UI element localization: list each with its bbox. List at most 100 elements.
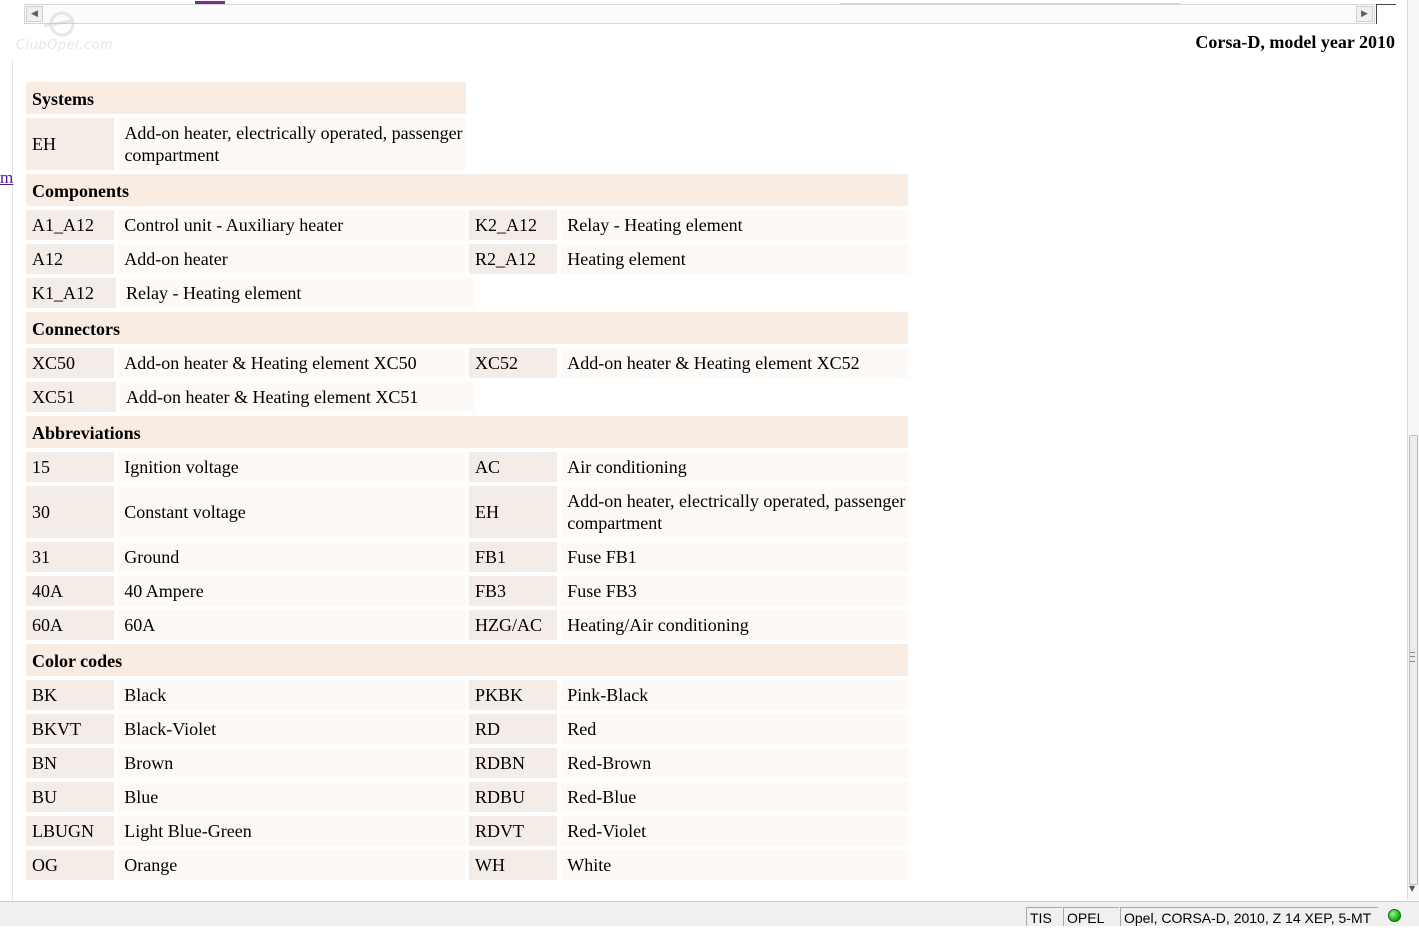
- description-cell: Add-on heater, electrically operated, pa…: [561, 486, 908, 538]
- watermark-text: ClubOpel.com: [16, 38, 114, 53]
- code-cell: 60A: [26, 610, 115, 640]
- code-cell: HZG/AC: [469, 610, 558, 640]
- opel-logo-icon: [43, 11, 75, 37]
- code-cell: A1_A12: [26, 210, 115, 240]
- table-row: XC50 Add-on heater & Heating element XC5…: [24, 346, 910, 380]
- section-header: Systems: [26, 82, 466, 114]
- description-cell: Relay - Heating element: [120, 278, 474, 308]
- description-cell: White: [561, 850, 908, 880]
- code-cell: BU: [26, 782, 115, 812]
- document-title: Corsa-D, model year 2010: [1195, 32, 1395, 52]
- description-cell: Fuse FB1: [561, 542, 908, 572]
- code-cell: XC51: [26, 382, 116, 412]
- table-row: OG Orange WH White: [24, 848, 910, 882]
- description-cell: Relay - Heating element: [561, 210, 908, 240]
- code-cell: LBUGN: [26, 816, 115, 846]
- table-row: BK Black PKBK Pink-Black: [24, 678, 910, 712]
- table-row: 60A 60A HZG/AC Heating/Air conditioning: [24, 608, 910, 642]
- description-cell: 40 Ampere: [118, 576, 465, 606]
- section-header: Connectors: [26, 312, 908, 344]
- code-cell: OG: [26, 850, 115, 880]
- description-cell: Red-Violet: [561, 816, 908, 846]
- table-row: LBUGN Light Blue-Green RDVT Red-Violet: [24, 814, 910, 848]
- code-cell: RDBN: [469, 748, 558, 778]
- left-frame-link[interactable]: m: [0, 168, 13, 188]
- description-cell: Add-on heater, electrically operated, pa…: [118, 118, 466, 170]
- code-cell: 30: [26, 486, 115, 538]
- scroll-thumb[interactable]: [840, 3, 1180, 5]
- description-cell: Add-on heater & Heating element XC52: [561, 348, 908, 378]
- table-row: 15 Ignition voltage AC Air conditioning: [24, 450, 910, 484]
- section-header: Abbreviations: [26, 416, 908, 448]
- description-cell: Add-on heater & Heating element XC51: [120, 382, 474, 412]
- code-cell: XC52: [469, 348, 558, 378]
- description-cell: Light Blue-Green: [118, 816, 465, 846]
- status-bar: TIS OPEL Opel, CORSA-D, 2010, Z 14 XEP, …: [0, 901, 1419, 926]
- description-cell: Red: [561, 714, 908, 744]
- description-cell: Constant voltage: [118, 486, 465, 538]
- code-cell: 40A: [26, 576, 115, 606]
- description-cell: Fuse FB3: [561, 576, 908, 606]
- status-brand: OPEL: [1063, 907, 1119, 926]
- code-cell: BN: [26, 748, 115, 778]
- table-row: 30 Constant voltage EH Add-on heater, el…: [24, 484, 910, 540]
- description-cell: Red-Brown: [561, 748, 908, 778]
- code-cell: 31: [26, 542, 115, 572]
- section-systems: Systems EH Add-on heater, electrically o…: [24, 82, 468, 172]
- table-row: A1_A12 Control unit - Auxiliary heater K…: [24, 208, 910, 242]
- table-row: BU Blue RDBU Red-Blue: [24, 780, 910, 814]
- section-header: Components: [26, 174, 908, 206]
- vertical-scrollbar[interactable]: ▼: [1407, 0, 1419, 900]
- code-cell: FB1: [469, 542, 558, 572]
- table-row: EH Add-on heater, electrically operated,…: [24, 116, 468, 172]
- table-row: A12 Add-on heater R2_A12 Heating element: [24, 242, 910, 276]
- table-row: K1_A12 Relay - Heating element: [24, 276, 910, 310]
- table-row: BKVT Black-Violet RD Red: [24, 712, 910, 746]
- code-cell: XC50: [26, 348, 115, 378]
- table-row: XC51 Add-on heater & Heating element XC5…: [24, 380, 910, 414]
- horizontal-scrollbar[interactable]: ◀ ▶: [24, 1, 1375, 24]
- code-cell: EH: [26, 118, 115, 170]
- code-cell: EH: [469, 486, 558, 538]
- description-cell: Add-on heater & Heating element XC50: [118, 348, 465, 378]
- status-vehicle: Opel, CORSA-D, 2010, Z 14 XEP, 5-MT: [1120, 907, 1378, 926]
- code-cell: BK: [26, 680, 115, 710]
- description-cell: Ignition voltage: [118, 452, 465, 482]
- table-row: 31 Ground FB1 Fuse FB1: [24, 540, 910, 574]
- description-cell: Heating/Air conditioning: [561, 610, 908, 640]
- code-cell: BKVT: [26, 714, 115, 744]
- code-cell: FB3: [469, 576, 558, 606]
- description-cell: Control unit - Auxiliary heater: [118, 210, 465, 240]
- code-cell: K2_A12: [469, 210, 558, 240]
- description-cell: Black-Violet: [118, 714, 465, 744]
- section-header: Color codes: [26, 644, 908, 676]
- description-cell: Heating element: [561, 244, 908, 274]
- green-status-led-icon: [1388, 909, 1401, 922]
- code-cell: WH: [469, 850, 558, 880]
- description-cell: Red-Blue: [561, 782, 908, 812]
- code-cell: AC: [469, 452, 558, 482]
- description-cell: Pink-Black: [561, 680, 908, 710]
- status-tis: TIS: [1026, 907, 1062, 926]
- description-cell: Blue: [118, 782, 465, 812]
- code-cell: A12: [26, 244, 115, 274]
- code-cell: R2_A12: [469, 244, 558, 274]
- scroll-down-arrow-icon[interactable]: ▼: [1409, 884, 1415, 893]
- description-cell: Add-on heater: [118, 244, 465, 274]
- description-cell: Orange: [118, 850, 465, 880]
- watermark-logo: ClubOpel.com: [14, 10, 124, 56]
- section-components: Components A1_A12 Control unit - Auxilia…: [24, 174, 910, 310]
- section-color-codes: Color codes BK Black PKBK Pink-Black BKV…: [24, 644, 910, 882]
- code-cell: K1_A12: [26, 278, 116, 308]
- scroll-position-marker: [195, 1, 225, 4]
- code-cell: RD: [469, 714, 558, 744]
- section-abbreviations: Abbreviations 15 Ignition voltage AC Air…: [24, 416, 910, 642]
- description-cell: Air conditioning: [561, 452, 908, 482]
- code-cell: PKBK: [469, 680, 558, 710]
- description-cell: Ground: [118, 542, 465, 572]
- scroll-grip-icon: [1410, 652, 1415, 662]
- scroll-right-arrow-icon[interactable]: ▶: [1356, 6, 1373, 22]
- section-connectors: Connectors XC50 Add-on heater & Heating …: [24, 312, 910, 414]
- frame-corner: [1376, 4, 1396, 24]
- table-row: 40A 40 Ampere FB3 Fuse FB3: [24, 574, 910, 608]
